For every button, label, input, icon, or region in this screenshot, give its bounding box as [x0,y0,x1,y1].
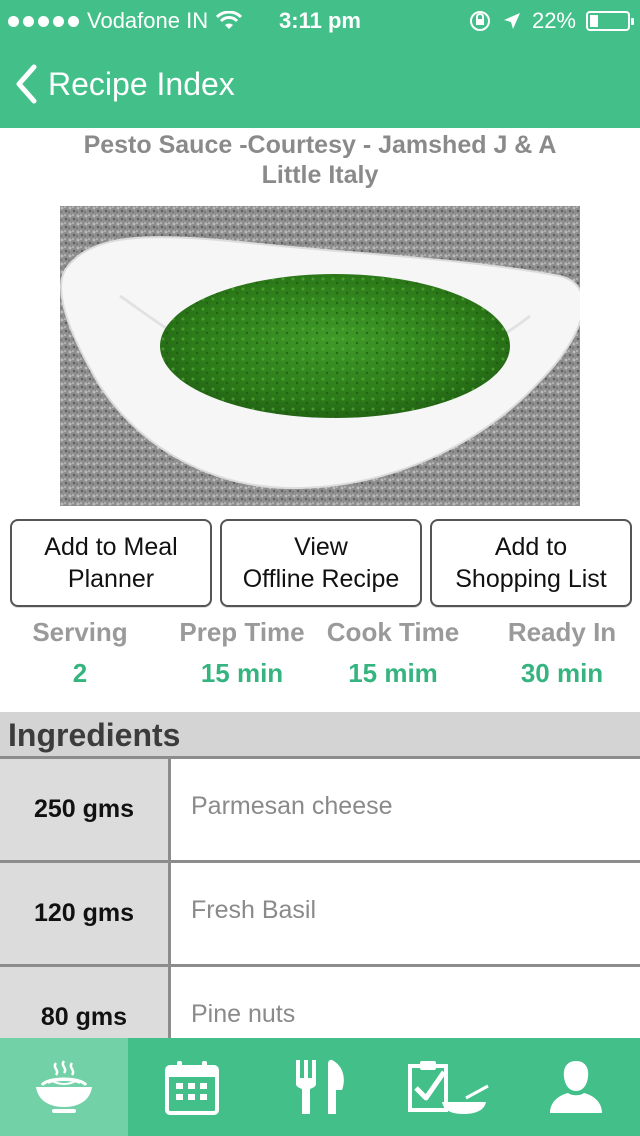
stat-cook-time: Cook Time 15 mim [313,612,473,694]
stat-value: 15 mim [348,658,438,688]
stat-value: 30 min [520,658,604,688]
fork-knife-icon [296,1059,344,1114]
ingredient-row: 120 gms Fresh Basil [0,863,640,967]
back-button[interactable]: Recipe Index [14,60,235,108]
tab-meal-planner[interactable] [128,1038,256,1136]
tab-recipes-index[interactable] [256,1038,384,1136]
calendar-icon [165,1061,219,1115]
stat-value: 15 min [200,658,284,688]
stat-prep-time: Prep Time 15 min [162,612,322,694]
ingredient-row: 80 gms Pine nuts [0,967,640,1038]
battery-icon [586,11,634,31]
ingredient-quantity: 80 gms [0,967,171,1038]
ingredient-quantity: 120 gms [0,863,171,964]
checklist-icon [408,1061,489,1114]
stat-label: Prep Time [179,617,305,647]
stat-serving: Serving 2 [0,612,160,694]
tab-recipes[interactable] [0,1038,128,1136]
status-right: 22% [468,8,634,34]
view-offline-recipe-label: View Offline Recipe [242,533,400,593]
ingredient-name: Parmesan cheese [191,792,393,820]
ingredient-quantity: 250 gms [0,759,171,860]
user-icon [550,1061,602,1113]
stat-label: Serving [32,617,128,647]
ingredient-row: 250 gms Parmesan cheese [0,759,640,863]
stat-ready-in: Ready In 30 min [482,612,640,694]
tab-profile[interactable] [512,1038,640,1136]
ingredient-name: Pine nuts [191,1000,296,1028]
view-offline-recipe-button[interactable]: View Offline Recipe [220,519,422,607]
recipe-photo [60,206,580,506]
ingredients-header: Ingredients [0,712,640,756]
location-arrow-icon [503,13,520,29]
status-bar: Vodafone IN 3:11 pm 22% [0,0,640,40]
stat-label: Cook Time [326,617,460,647]
add-to-shopping-list-label: Add to Shopping List [455,533,607,593]
ingredients-table[interactable]: 250 gms Parmesan cheese 120 gms Fresh Ba… [0,756,640,1038]
pasta-bowl-icon [36,1060,92,1113]
stat-label: Ready In [507,617,617,647]
tab-bar [0,1038,640,1136]
orientation-lock-icon [469,11,490,31]
back-button-label: Recipe Index [48,65,235,102]
stat-value: 2 [72,658,88,688]
chevron-left-icon [16,64,37,104]
add-to-meal-planner-label: Add to Meal Planner [44,533,178,593]
add-to-meal-planner-button[interactable]: Add to Meal Planner [10,519,212,607]
recipe-title: Pesto Sauce -Courtesy - Jamshed J & A Li… [83,131,557,189]
recipe-actions: Add to Meal Planner View Offline Recipe … [10,519,632,607]
top-bar: Vodafone IN 3:11 pm 22% Recipe Index [0,0,640,128]
battery-percent: 22% [531,8,576,33]
tab-shopping-list[interactable] [384,1038,512,1136]
add-to-shopping-list-button[interactable]: Add to Shopping List [430,519,632,607]
recipe-stats: Serving 2 Prep Time 15 min Cook Time 15 … [0,612,640,702]
ingredient-name: Fresh Basil [191,896,317,924]
